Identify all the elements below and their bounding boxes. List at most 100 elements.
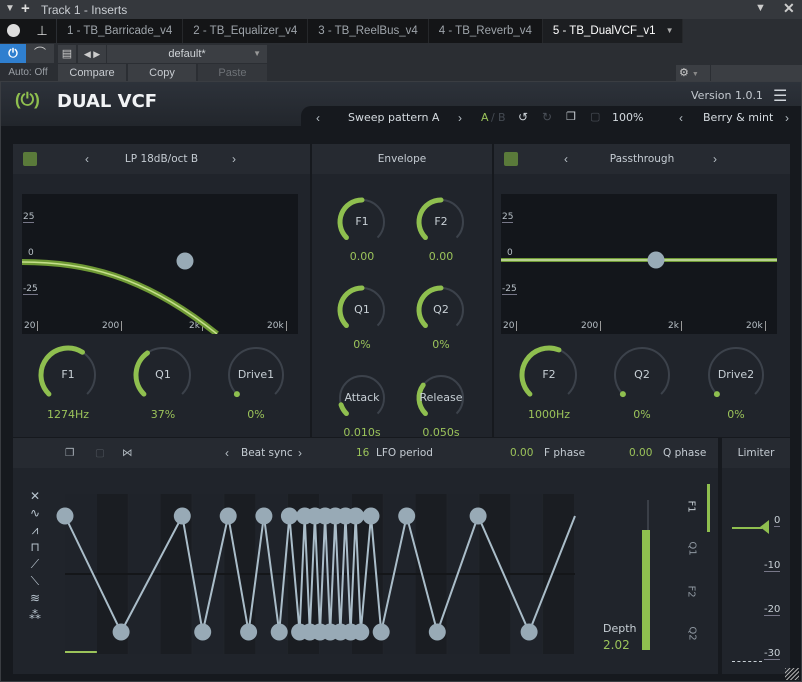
knob-drive1[interactable]: Drive1 0% — [221, 344, 291, 428]
depth-slider-fill[interactable] — [642, 530, 650, 650]
lfo-point[interactable] — [362, 507, 380, 525]
paste-button[interactable]: Paste — [198, 64, 267, 82]
lfo-point[interactable] — [520, 623, 538, 641]
lfo-point[interactable] — [219, 507, 237, 525]
triangle-shape-icon[interactable]: ⩘ — [25, 522, 45, 539]
lfo-point[interactable] — [56, 507, 74, 525]
lfo-point[interactable] — [173, 507, 191, 525]
redo-icon[interactable]: ↻ — [542, 110, 552, 124]
pin-icon[interactable]: ▼ — [755, 2, 766, 14]
ab-b-button[interactable]: B — [498, 111, 506, 124]
clear-shape-icon[interactable]: ✕ — [25, 488, 45, 505]
random-shape-icon[interactable]: ⁂ — [25, 607, 45, 624]
knob-q2[interactable]: Q2 0% — [607, 344, 677, 428]
ab-a-button[interactable]: A — [481, 111, 489, 124]
filter1-prev-icon[interactable]: ‹ — [85, 144, 89, 174]
zoom-level[interactable]: 100% — [612, 111, 643, 124]
power-icon[interactable]: ⏻ — [0, 44, 26, 63]
lfo-point[interactable] — [347, 507, 365, 525]
filter2-next-icon[interactable]: › — [713, 144, 717, 174]
ramp-up-shape-icon[interactable]: ⟋ — [25, 556, 45, 573]
tab-plugin-4[interactable]: 4 - TB_Reverb_v4 — [429, 19, 543, 43]
lfo-point[interactable] — [428, 623, 446, 641]
menu-icon[interactable]: ☰ — [773, 86, 787, 106]
lfo-point[interactable] — [240, 623, 258, 641]
f-phase-value[interactable]: 0.00 — [510, 438, 533, 468]
knob-f1[interactable]: F1 0.00 — [327, 196, 397, 270]
preset-next-icon[interactable]: › — [458, 111, 462, 125]
lfo-point[interactable] — [398, 507, 416, 525]
tab-plugin-3[interactable]: 3 - TB_ReelBus_v4 — [308, 19, 429, 43]
skin-next-icon[interactable]: › — [785, 111, 789, 125]
skin-prev-icon[interactable]: ‹ — [679, 111, 683, 125]
automation-icon[interactable]: ⌒ — [26, 44, 54, 63]
settings-gear-icon[interactable]: ⚙ ▼ — [676, 65, 710, 81]
preset-list-icon[interactable]: ▤ — [58, 45, 76, 63]
copy-icon[interactable]: ❐ — [566, 110, 576, 123]
limiter-threshold-handle[interactable] — [760, 520, 769, 534]
knob-q1[interactable]: Q1 0% — [327, 284, 397, 358]
lfo-copy-icon[interactable]: ❐ — [65, 438, 74, 468]
undo-icon[interactable]: ↺ — [518, 110, 528, 124]
filter1-type[interactable]: LP 18dB/oct B — [125, 153, 198, 165]
lfo-point[interactable] — [270, 623, 288, 641]
lfo-flip-icon[interactable]: ⋈ — [122, 438, 133, 468]
preset-prev-icon[interactable]: ‹ — [316, 111, 320, 125]
target-q2[interactable]: Q2 — [687, 626, 698, 640]
knob-q1[interactable]: Q1 37% — [128, 344, 198, 428]
filter2-cutoff-handle[interactable] — [647, 251, 665, 269]
lfo-period-value[interactable]: 16 — [356, 438, 369, 468]
filter2-prev-icon[interactable]: ‹ — [564, 144, 568, 174]
lfo-point[interactable] — [194, 623, 212, 641]
collapse-icon[interactable]: ▼ — [5, 3, 15, 14]
lfo-point[interactable] — [352, 623, 370, 641]
preset-dropdown[interactable]: default* ▼ — [107, 45, 267, 63]
copy-button[interactable]: Copy — [128, 64, 196, 82]
knob-q2[interactable]: Q2 0% — [406, 284, 476, 358]
knob-release[interactable]: Release 0.050s — [406, 372, 476, 446]
filter1-response-graph[interactable]: 25 0 -25 20 200 2k 20k — [22, 194, 298, 334]
knob-f2[interactable]: F2 0.00 — [406, 196, 476, 270]
sync-next-icon[interactable]: › — [298, 438, 302, 468]
lfo-point[interactable] — [112, 623, 130, 641]
close-icon[interactable]: ✕ — [783, 0, 795, 17]
tab-plugin-5[interactable]: 5 - TB_DualVCF_v1 ▼ — [542, 19, 683, 43]
tab-plugin-1[interactable]: 1 - TB_Barricade_v4 — [57, 19, 184, 43]
filter1-next-icon[interactable]: › — [232, 144, 236, 174]
skin-name[interactable]: Berry & mint — [703, 111, 773, 124]
tab-plugin-2[interactable]: 2 - TB_Equalizer_v4 — [183, 19, 309, 43]
resize-grip[interactable] — [785, 668, 799, 680]
lfo-point[interactable] — [469, 507, 487, 525]
sync-mode[interactable]: Beat sync — [241, 438, 293, 468]
filter2-power-icon[interactable] — [504, 152, 518, 166]
compare-button[interactable]: Compare — [58, 64, 126, 82]
routing-icon[interactable]: ⊥ — [28, 19, 56, 43]
bypass-knob-icon[interactable] — [0, 19, 28, 43]
add-icon[interactable]: + — [21, 0, 30, 17]
q-phase-value[interactable]: 0.00 — [629, 438, 652, 468]
lfo-point[interactable] — [255, 507, 273, 525]
target-q1[interactable]: Q1 — [687, 541, 698, 555]
target-f2[interactable]: F2 — [686, 585, 697, 597]
square-shape-icon[interactable]: ⊓ — [25, 539, 45, 556]
filter2-type[interactable]: Passthrough — [610, 153, 675, 165]
lfo-editor[interactable] — [47, 484, 607, 654]
tab-dropdown-icon[interactable]: ▼ — [666, 19, 674, 43]
auto-status[interactable]: Auto: Off — [0, 64, 56, 81]
sine-shape-icon[interactable]: ∿ — [25, 505, 45, 522]
filter1-power-icon[interactable] — [23, 152, 37, 166]
preset-name-label[interactable]: Sweep pattern A — [348, 111, 439, 124]
lfo-point[interactable] — [280, 507, 298, 525]
knob-drive2[interactable]: Drive2 0% — [701, 344, 771, 428]
noise-shape-icon[interactable]: ≋ — [25, 590, 45, 607]
ramp-down-shape-icon[interactable]: ⟍ — [25, 573, 45, 590]
paste-icon[interactable]: ▢ — [590, 110, 600, 123]
filter2-response-graph[interactable]: 25 0 -25 20 200 2k 20k — [501, 194, 777, 334]
knob-f1[interactable]: F1 1274Hz — [33, 344, 103, 428]
sync-prev-icon[interactable]: ‹ — [225, 438, 229, 468]
target-f1[interactable]: F1 — [686, 500, 697, 512]
filter1-cutoff-handle[interactable] — [176, 252, 194, 270]
lfo-paste-icon[interactable]: ▢ — [95, 438, 105, 468]
lfo-point[interactable] — [372, 623, 390, 641]
knob-attack[interactable]: Attack 0.010s — [327, 372, 397, 446]
